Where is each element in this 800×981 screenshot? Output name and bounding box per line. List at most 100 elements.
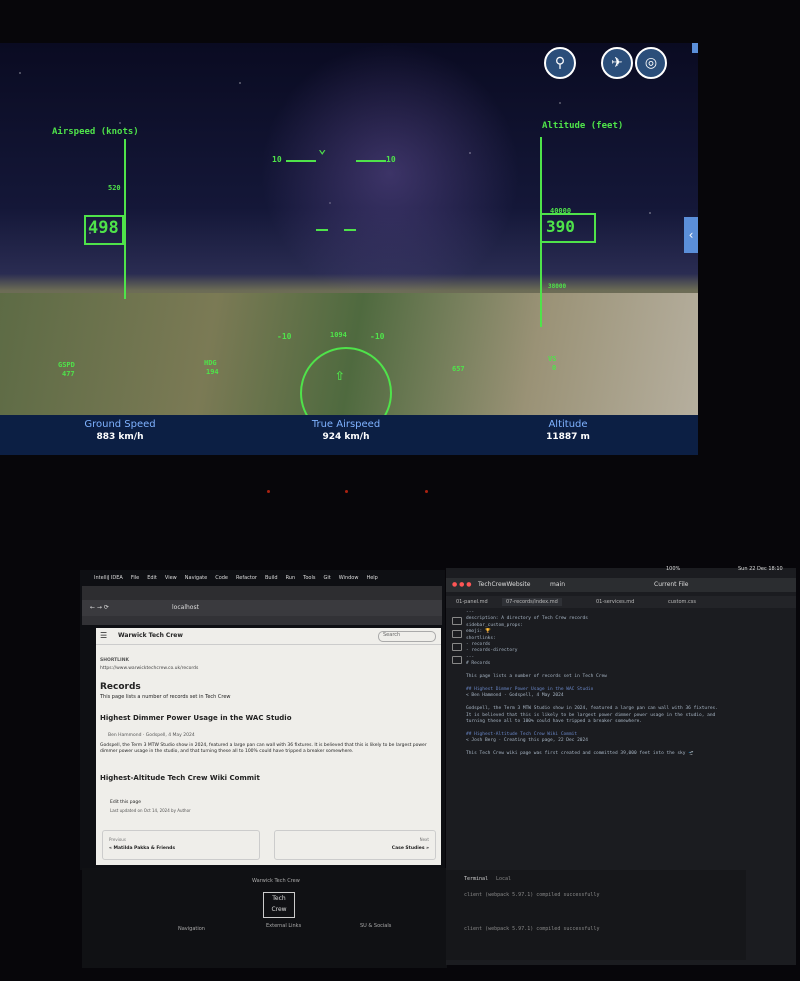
wiki-page: ☰ Warwick Tech Crew Search SHORTLINK htt…	[96, 628, 441, 865]
plane-icon[interactable]: ✈	[601, 47, 633, 79]
structure-icon[interactable]	[452, 656, 462, 664]
menu-item[interactable]: Code	[215, 575, 228, 581]
site-name[interactable]: Warwick Tech Crew	[118, 632, 183, 639]
ground-speed-label: Ground Speed	[84, 419, 156, 430]
flight-display: Airspeed (knots) 520 498 Altitude (feet)…	[0, 43, 698, 455]
true-airspeed-value: 924 km/h	[322, 432, 370, 442]
flight-path-marker: ⌄	[318, 141, 327, 157]
footer-name: Warwick Tech Crew	[252, 878, 300, 884]
prev-link[interactable]: « Matilda Pakka & Friends	[109, 846, 175, 851]
altitude-value: 390	[546, 217, 575, 236]
battery-level: 100%	[666, 566, 681, 572]
project-icon[interactable]	[452, 617, 462, 625]
altitude-value: 11887 m	[546, 432, 590, 442]
tab-file-active[interactable]: 07-records/index.md	[502, 598, 562, 606]
app-menubar: IntelliJ IDEA File Edit View Navigate Co…	[80, 572, 459, 584]
footer-col-heading: External Links	[266, 923, 302, 929]
section-heading: Highest Dimmer Power Usage in the WAC St…	[100, 714, 292, 722]
hdg-value: 194	[206, 368, 219, 376]
prev-label: Previous	[109, 837, 126, 842]
menu-item[interactable]: Git	[323, 575, 330, 581]
airspeed-value: 498	[88, 218, 119, 238]
window-controls[interactable]: ● ● ●	[452, 581, 472, 588]
menu-item[interactable]: Build	[265, 575, 278, 581]
vs-value: 0	[552, 364, 557, 372]
next-link[interactable]: Case Studies »	[392, 846, 429, 851]
run-config[interactable]: Current File	[654, 581, 688, 588]
side-value: 657	[452, 365, 465, 373]
menu-item[interactable]: IntelliJ IDEA	[94, 575, 123, 581]
airspeed-label: Airspeed (knots)	[52, 127, 139, 137]
menu-item[interactable]: Edit	[147, 575, 157, 581]
altitude-tick-bottom: 38000	[548, 283, 567, 290]
terminal-line: client (webpack 5.97.1) compiled success…	[464, 926, 600, 932]
footer-col-heading: SU & Socials	[360, 923, 392, 929]
next-label: Next	[419, 837, 429, 842]
menu-item[interactable]: File	[131, 575, 139, 581]
search-button[interactable]: Search	[378, 631, 436, 642]
tech-crew-logo: Tech Crew	[263, 892, 295, 918]
tab-local[interactable]: Local	[496, 876, 511, 882]
pitch-label: -10	[370, 332, 385, 341]
branch-name[interactable]: main	[550, 581, 565, 588]
edit-link[interactable]: Edit this page	[110, 800, 141, 805]
menu-item[interactable]: View	[165, 575, 177, 581]
shortlink-label: SHORTLINK	[100, 658, 129, 663]
nav-arrows[interactable]: ← → ⟳	[90, 604, 109, 611]
menu-item[interactable]: Run	[286, 575, 296, 581]
section-meta: Ben Hammond · Godspell, 4 May 2024	[108, 733, 195, 738]
code-editor[interactable]: --- description: A directory of Tech Cre…	[466, 610, 766, 790]
last-updated: Last updated on Oct 14, 2024 by Author	[110, 808, 191, 813]
project-name[interactable]: TechCrewWebsite	[478, 581, 530, 588]
url-text[interactable]: localhost	[172, 604, 199, 611]
altitude-label: Altitude (feet)	[542, 121, 624, 131]
pitch-label: 10	[272, 155, 282, 164]
menu-icon[interactable]: ☰	[100, 631, 107, 640]
globe-icon[interactable]: ◎	[635, 47, 667, 79]
section-body: Godspell, the Term 3 MTW Studio show in …	[100, 743, 427, 754]
address-bar[interactable]: ← → ⟳ localhost	[82, 600, 442, 616]
git-icon[interactable]	[452, 643, 462, 651]
plane-symbol: ⇧	[335, 365, 345, 384]
page-intro: This page lists a number of records set …	[100, 694, 231, 700]
code-line: This Tech Crew wiki page was first creat…	[466, 750, 694, 756]
pitch-label: -10	[277, 332, 292, 341]
menu-item[interactable]: Refactor	[236, 575, 257, 581]
vs-label: VS	[548, 355, 557, 363]
menu-item[interactable]: Navigate	[185, 575, 207, 581]
menu-item[interactable]: Help	[366, 575, 377, 581]
clock: Sun 22 Dec 18:10	[738, 566, 783, 572]
tab-terminal[interactable]: Terminal	[464, 876, 488, 882]
commit-icon[interactable]	[452, 630, 462, 638]
hdg-label: HDG	[204, 359, 217, 367]
terminal-line: client (webpack 5.97.1) compiled success…	[464, 892, 600, 898]
page-title: Records	[100, 682, 141, 692]
tab-file[interactable]: 01-panel.md	[456, 599, 488, 605]
mac-menubar: 100% Sun 22 Dec 18:10	[446, 563, 800, 575]
tool-sidebar	[452, 612, 462, 669]
prev-page-card[interactable]: Previous « Matilda Pakka & Friends	[102, 830, 260, 860]
search-icon[interactable]: ⚲	[544, 47, 576, 79]
ide-toolbar: ● ● ● TechCrewWebsite main Current File	[446, 578, 796, 592]
next-page-card[interactable]: Next Case Studies »	[274, 830, 436, 860]
bookmarks-bar	[82, 616, 442, 625]
true-airspeed-label: True Airspeed	[311, 419, 381, 430]
close-icon[interactable]: ✕	[692, 43, 698, 53]
menu-item[interactable]: Tools	[303, 575, 315, 581]
pitch-label: 10	[386, 155, 396, 164]
tab-file[interactable]: 01-services.md	[596, 599, 634, 605]
heading-readout: 1094	[330, 331, 347, 339]
gspd-label: GSPD	[58, 361, 75, 369]
ground-speed-value: 883 km/h	[96, 432, 144, 442]
chevron-left-icon[interactable]: ‹	[684, 217, 698, 253]
tab-file[interactable]: custom.css	[668, 599, 696, 605]
browser-tabs[interactable]	[82, 586, 442, 600]
editor-tabs: 01-panel.md 07-records/index.md 01-servi…	[446, 596, 796, 608]
site-footer: Warwick Tech Crew Tech Crew Navigation Ex…	[82, 868, 447, 968]
section-heading: Highest-Altitude Tech Crew Wiki Commit	[100, 774, 260, 782]
altitude-label: Altitude	[548, 419, 588, 430]
shortlink-url[interactable]: https://www.warwicktechcrew.co.uk/record…	[100, 666, 198, 671]
terminal-panel[interactable]: Terminal Local client (webpack 5.97.1) c…	[446, 870, 746, 960]
menu-item[interactable]: Window	[339, 575, 359, 581]
status-bar: Ground Speed 883 km/h True Airspeed 924 km…	[0, 415, 698, 455]
